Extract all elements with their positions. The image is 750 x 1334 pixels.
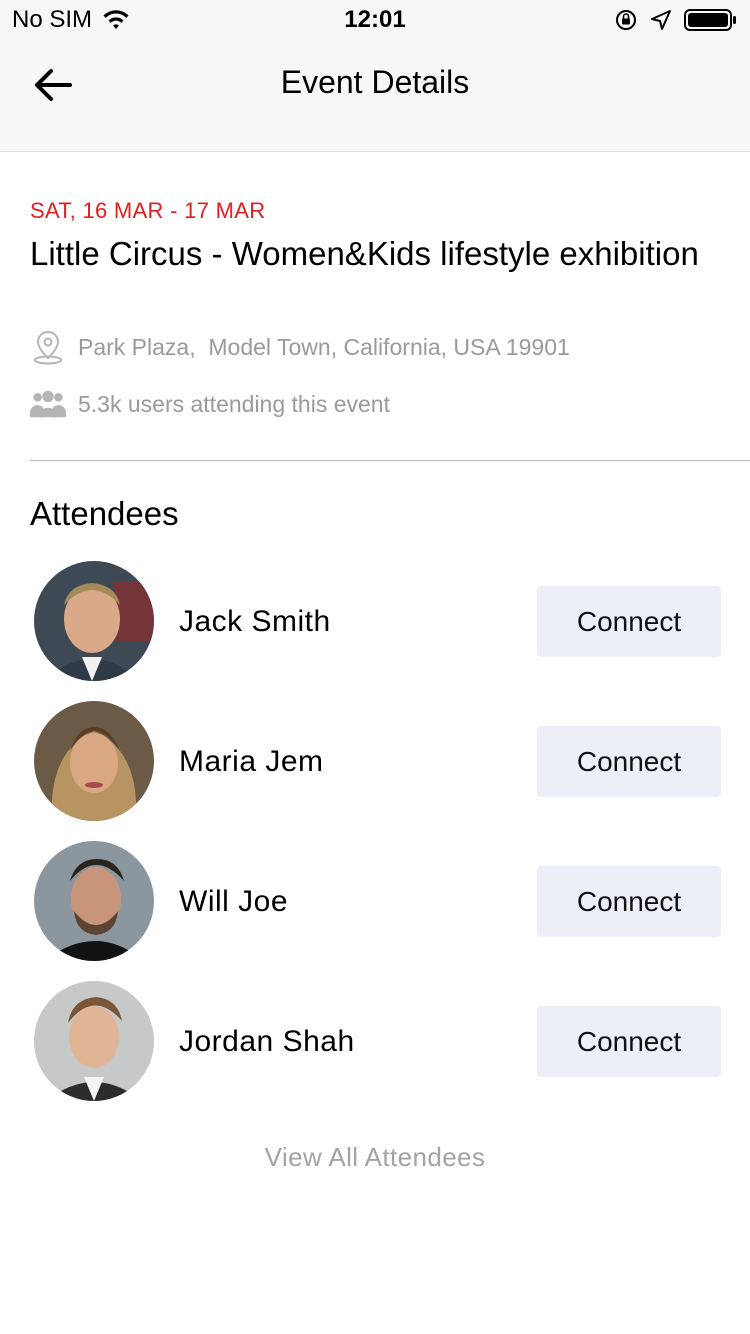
view-all-attendees-link[interactable]: View All Attendees (0, 1142, 750, 1173)
avatar[interactable] (34, 981, 154, 1101)
status-bar: No SIM 12:01 (0, 0, 750, 40)
attendee-name: Jordan Shah (179, 1025, 355, 1058)
location-arrow-icon (651, 10, 671, 30)
section-divider (30, 460, 750, 461)
attendee-name: Maria Jem (179, 745, 324, 778)
attendee-row: Maria Jem Connect (34, 701, 724, 821)
map-pin-icon (30, 329, 66, 365)
connect-button[interactable]: Connect (537, 1006, 721, 1077)
attendees-heading: Attendees (30, 495, 179, 532)
connect-button[interactable]: Connect (537, 866, 721, 937)
attendee-row: Will Joe Connect (34, 841, 724, 961)
event-attending-count: 5.3k users attending this event (78, 390, 390, 417)
navigation-bar: Event Details (0, 40, 750, 152)
attendee-row: Jack Smith Connect (34, 561, 724, 681)
event-date: SAT, 16 MAR - 17 MAR (30, 198, 266, 223)
event-location-row: Park Plaza, Model Town, California, USA … (30, 329, 570, 365)
avatar[interactable] (34, 561, 154, 681)
event-location: Park Plaza, Model Town, California, USA … (78, 333, 570, 360)
users-group-icon (30, 386, 66, 422)
status-right (602, 8, 738, 32)
connect-button[interactable]: Connect (537, 586, 721, 657)
connect-button[interactable]: Connect (537, 726, 721, 797)
event-title: Little Circus - Women&Kids lifestyle exh… (30, 235, 699, 272)
orientation-lock-icon (616, 10, 636, 30)
attendee-name: Will Joe (179, 885, 289, 918)
battery-icon (684, 9, 736, 31)
page-title: Event Details (280, 64, 470, 100)
avatar[interactable] (34, 841, 154, 961)
attendee-row: Jordan Shah Connect (34, 981, 724, 1101)
event-attending-row: 5.3k users attending this event (30, 386, 390, 422)
attendee-name: Jack Smith (179, 605, 331, 638)
avatar[interactable] (34, 701, 154, 821)
